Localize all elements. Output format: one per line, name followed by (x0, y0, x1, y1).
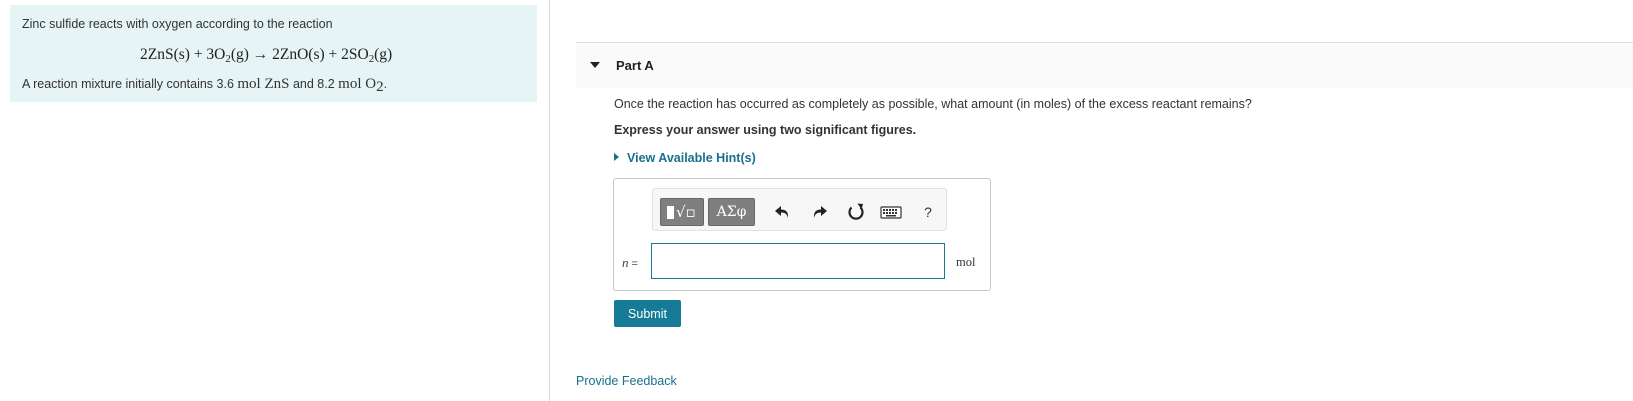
o2-subscript: 2 (376, 79, 384, 95)
part-title: Part A (616, 58, 654, 73)
answer-variable-label: n = (622, 255, 638, 271)
equation-part: 2ZnS(s) + 3O (140, 46, 226, 63)
column-divider (549, 0, 550, 401)
template-block-icon (667, 206, 674, 219)
undo-icon (775, 206, 789, 218)
initial-mixture: A reaction mixture initially contains 3.… (22, 76, 537, 95)
reaction-equation: 2ZnS(s) + 3O2(g) → 2ZnO(s) + 2SO2(g) (140, 46, 537, 64)
o2-unit: mol O (338, 76, 377, 92)
expand-caret-icon (614, 153, 619, 161)
reset-icon (848, 203, 864, 220)
mixture-text: . (383, 77, 388, 91)
answer-box: √▫ ΑΣφ ? n = mol (613, 178, 991, 291)
symbols-button[interactable]: ΑΣφ (708, 198, 755, 226)
mixture-text: and (289, 77, 318, 91)
reset-button[interactable] (844, 200, 868, 224)
provide-feedback-link[interactable]: Provide Feedback (576, 374, 677, 388)
part-a-header[interactable]: Part A (576, 42, 1633, 88)
zns-unit: mol ZnS (237, 76, 290, 92)
help-button[interactable]: ? (918, 200, 938, 224)
answer-unit: mol (956, 255, 976, 269)
redo-icon (813, 206, 827, 218)
problem-statement: Zinc sulfide reacts with oxygen accordin… (22, 17, 333, 31)
question-text: Once the reaction has occurred as comple… (614, 97, 1252, 111)
submit-button[interactable]: Submit (614, 300, 681, 327)
problem-intro-panel: Zinc sulfide reacts with oxygen accordin… (10, 5, 537, 102)
templates-button[interactable]: √▫ (660, 198, 704, 226)
zns-amount: 3.6 (216, 77, 238, 91)
keyboard-icon (880, 206, 902, 219)
redo-button[interactable] (806, 200, 830, 224)
collapse-caret-icon[interactable] (590, 62, 600, 68)
equals-sign: = (628, 258, 638, 270)
o2-amount: 8.2 (317, 77, 339, 91)
equation-part: (g) → 2ZnO(s) + 2SO (230, 46, 369, 63)
view-hints-label: View Available Hint(s) (627, 151, 756, 165)
undo-button[interactable] (772, 200, 796, 224)
view-hints-link[interactable]: View Available Hint(s) (614, 151, 756, 165)
answer-input[interactable] (651, 243, 945, 279)
mixture-text: A reaction mixture initially contains (22, 77, 217, 91)
keyboard-button[interactable] (878, 200, 904, 224)
math-toolbar: √▫ ΑΣφ ? (652, 188, 947, 231)
answer-instruction: Express your answer using two significan… (614, 123, 917, 137)
radical-template-icon: √▫ (676, 203, 696, 221)
equation-part: (g) (374, 46, 393, 63)
